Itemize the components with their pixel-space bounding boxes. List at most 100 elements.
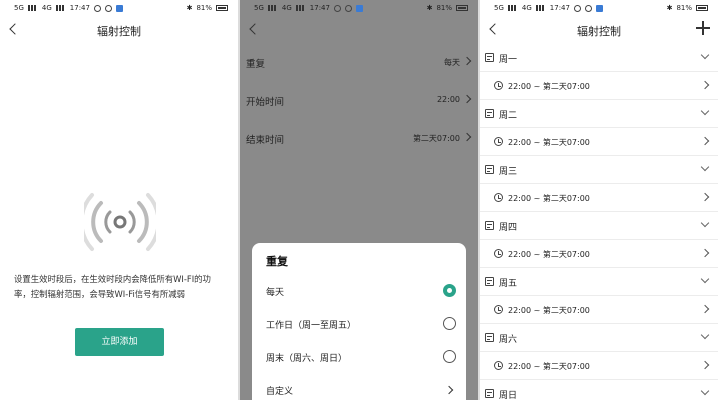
- time-slot-label: 22:00 ~ 第二天07:00: [508, 138, 590, 147]
- chevron-right-icon: [700, 360, 710, 370]
- chevron-down-icon[interactable]: [700, 274, 710, 284]
- time-slot-row[interactable]: 22:00 ~ 第二天07:00: [480, 296, 718, 324]
- chevron-down-icon[interactable]: [700, 50, 710, 60]
- calendar-icon: [485, 333, 494, 342]
- chevron-down-icon[interactable]: [700, 330, 710, 340]
- time-slot-label: 22:00 ~ 第二天07:00: [508, 362, 590, 371]
- radio-icon[interactable]: [443, 317, 456, 330]
- notification-icon-2: [584, 4, 592, 12]
- option-weekdays[interactable]: 工作日（周一至周五）: [252, 310, 466, 340]
- battery-percent: 81%: [436, 4, 452, 12]
- page-title: 辐射控制: [577, 25, 621, 38]
- signal-icon-2: [55, 5, 66, 11]
- battery-percent: 81%: [676, 4, 692, 12]
- chevron-right-icon: [444, 385, 454, 395]
- time-slot-row[interactable]: 22:00 ~ 第二天07:00: [480, 72, 718, 100]
- option-daily[interactable]: 每天: [252, 277, 466, 307]
- day-label: 周三: [499, 167, 518, 177]
- description-text: 设置生效时段后，在生效时段内会降低所有WI-FI的功率，控制辐射范围，会导致WI…: [14, 274, 211, 299]
- day-label: 周五: [499, 279, 518, 289]
- chevron-right-icon: [700, 304, 710, 314]
- network-label: 5G: [494, 4, 504, 12]
- signal-icon: [507, 5, 518, 11]
- clock-time: 17:47: [549, 4, 570, 12]
- chevron-down-icon[interactable]: [700, 162, 710, 172]
- chevron-down-icon[interactable]: [700, 218, 710, 228]
- signal-icon-2: [535, 5, 546, 11]
- network-label-2: 4G: [281, 4, 292, 12]
- status-bar: 5G 4G 17:47 ✱ 81%: [480, 0, 718, 16]
- chevron-right-icon: [700, 192, 710, 202]
- time-slot-row[interactable]: 22:00 ~ 第二天07:00: [480, 184, 718, 212]
- battery-icon: [696, 5, 708, 11]
- time-slot-row[interactable]: 22:00 ~ 第二天07:00: [480, 352, 718, 380]
- day-row-wednesday[interactable]: 周三: [480, 156, 718, 184]
- start-time-row[interactable]: 开始时间 22:00: [240, 82, 478, 118]
- screen-empty-state: 5G 4G 17:47 ✱ 81% 辐射控制 设置生效时段后，在生效时段内会降低…: [0, 0, 238, 400]
- nav-bar: 辐射控制: [480, 16, 718, 44]
- signal-icon: [267, 5, 278, 11]
- wifi-icon: ✱: [186, 4, 193, 12]
- notification-icon: [333, 4, 341, 12]
- day-row-monday[interactable]: 周一: [480, 44, 718, 72]
- option-label: 工作日（周一至周五）: [266, 321, 357, 331]
- app-notification-icon: [355, 4, 363, 12]
- end-time-value: 第二天07:00: [412, 134, 460, 143]
- day-row-tuesday[interactable]: 周二: [480, 100, 718, 128]
- calendar-icon: [485, 165, 494, 174]
- signal-icon: [27, 5, 38, 11]
- screens-container: 5G 4G 17:47 ✱ 81% 辐射控制 设置生效时段后，在生效时段内会降低…: [0, 0, 718, 400]
- chevron-right-icon: [700, 248, 710, 258]
- add-now-button[interactable]: 立即添加: [75, 328, 164, 356]
- option-weekends[interactable]: 周末（周六、周日）: [252, 343, 466, 373]
- back-icon[interactable]: [248, 21, 262, 39]
- signal-icon-2: [295, 5, 306, 11]
- network-label: 5G: [14, 4, 24, 12]
- chevron-down-icon[interactable]: [700, 106, 710, 116]
- time-slot-row[interactable]: 22:00 ~ 第二天07:00: [480, 128, 718, 156]
- clock-icon: [494, 305, 503, 314]
- option-label: 自定义: [266, 387, 294, 397]
- repeat-value: 每天: [444, 58, 460, 67]
- day-label: 周日: [499, 391, 518, 400]
- clock-time: 17:47: [309, 4, 330, 12]
- calendar-icon: [485, 277, 494, 286]
- end-time-row[interactable]: 结束时间 第二天07:00: [240, 120, 478, 156]
- calendar-icon: [485, 109, 494, 118]
- app-notification-icon: [115, 4, 123, 12]
- page-title: 辐射控制: [97, 25, 141, 38]
- day-row-friday[interactable]: 周五: [480, 268, 718, 296]
- radio-icon[interactable]: [443, 350, 456, 363]
- screen-schedule-list: 5G 4G 17:47 ✱ 81% 辐射控制 周一 22:00 ~ 第二天07:…: [480, 0, 718, 400]
- clock-icon: [494, 137, 503, 146]
- day-label: 周二: [499, 111, 518, 121]
- repeat-label: 重复: [246, 59, 266, 70]
- time-slot-label: 22:00 ~ 第二天07:00: [508, 306, 590, 315]
- option-custom[interactable]: 自定义: [252, 376, 466, 400]
- calendar-icon: [485, 389, 494, 398]
- option-label: 每天: [266, 288, 285, 298]
- chevron-down-icon[interactable]: [700, 386, 710, 396]
- nav-bar: [240, 16, 478, 44]
- clock-time: 17:47: [69, 4, 90, 12]
- wifi-icon: ✱: [426, 4, 433, 12]
- time-slot-row[interactable]: 22:00 ~ 第二天07:00: [480, 240, 718, 268]
- plus-icon[interactable]: [696, 21, 710, 35]
- day-row-thursday[interactable]: 周四: [480, 212, 718, 240]
- nav-bar: 辐射控制: [0, 16, 238, 44]
- repeat-row[interactable]: 重复 每天: [240, 44, 478, 80]
- notification-icon-2: [104, 4, 112, 12]
- end-time-label: 结束时间: [246, 135, 285, 146]
- day-row-sunday[interactable]: 周日: [480, 380, 718, 400]
- clock-icon: [494, 193, 503, 202]
- notification-icon: [93, 4, 101, 12]
- chevron-right-icon: [462, 94, 472, 104]
- battery-icon: [216, 5, 228, 11]
- day-row-saturday[interactable]: 周六: [480, 324, 718, 352]
- clock-icon: [494, 81, 503, 90]
- network-label-2: 4G: [521, 4, 532, 12]
- time-slot-label: 22:00 ~ 第二天07:00: [508, 82, 590, 91]
- status-bar: 5G 4G 17:47 ✱ 81%: [240, 0, 478, 16]
- radio-selected-icon[interactable]: [443, 284, 456, 297]
- day-label: 周四: [499, 223, 518, 233]
